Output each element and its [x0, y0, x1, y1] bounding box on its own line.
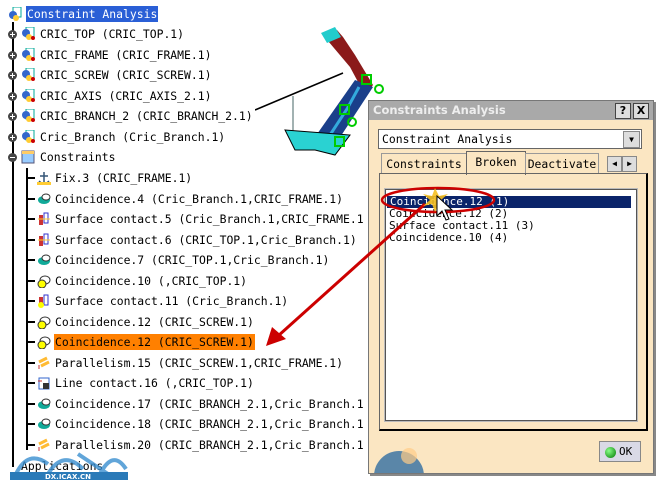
mouse-cursor-icon	[436, 194, 454, 221]
red-arrow-annotation	[276, 202, 427, 338]
annotation-overlay	[266, 186, 496, 346]
